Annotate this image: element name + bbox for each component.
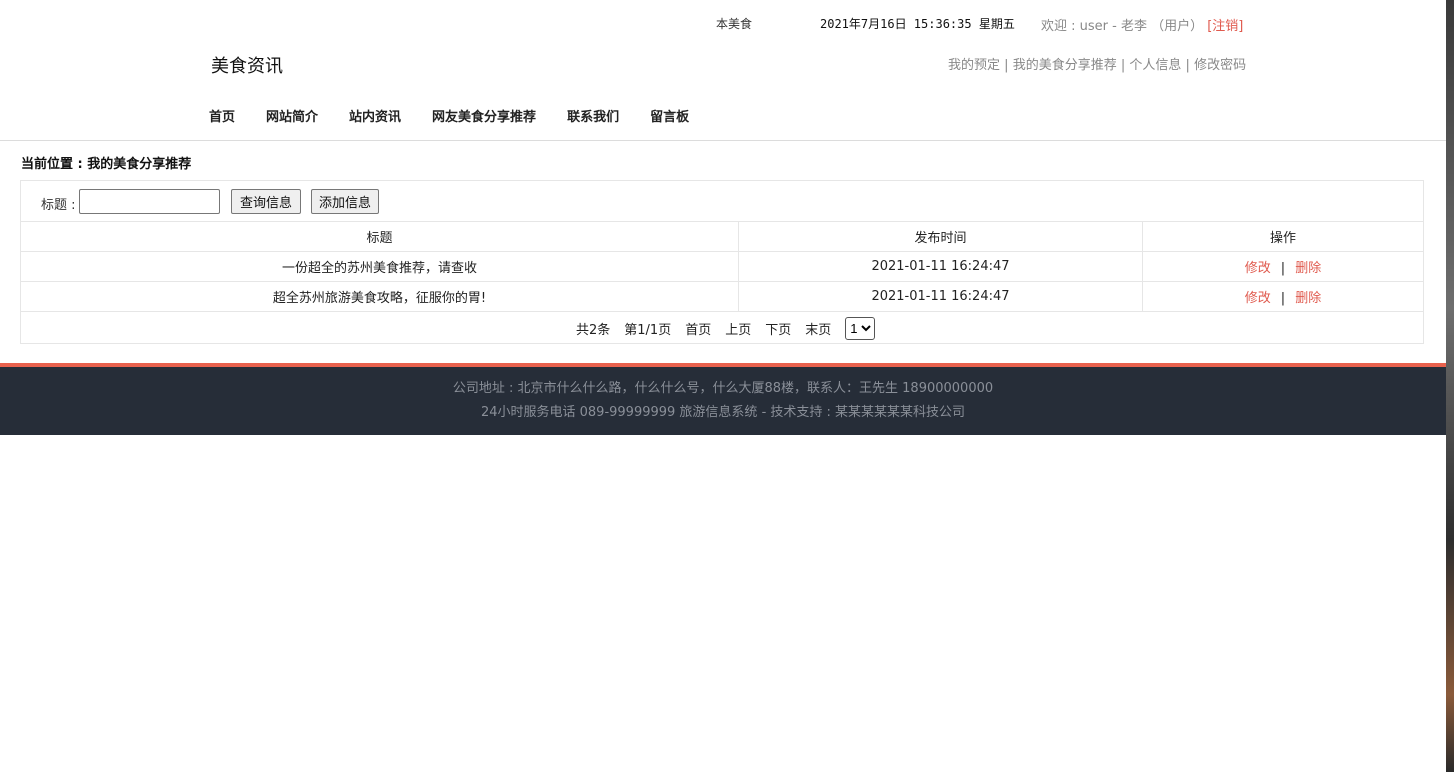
user-link-separator: |: [1004, 58, 1009, 73]
delete-link[interactable]: 删除: [1295, 291, 1321, 306]
page-select[interactable]: 1: [845, 317, 876, 340]
table-row: 一份超全的苏州美食推荐，请查收 2021-01-11 16:24:47 修改 | 删…: [21, 251, 1423, 282]
top-bar: 本美食资讯 2021年7月16日 15:36:35 星期五 欢迎 : user …: [0, 0, 1446, 46]
row-time: 2021-01-11 16:24:47: [738, 281, 1143, 312]
clock: 2021年7月16日 15:36:35 星期五: [820, 17, 1015, 31]
add-button[interactable]: 添加信息: [311, 189, 379, 214]
footer-address: 公司地址 : 北京市什么什么路，什么什么号，什么大厦88楼，联系人：王先生 18…: [452, 381, 994, 396]
welcome-bar: 欢迎 : user - 老李 （用户） [注销]: [1041, 15, 1243, 34]
pager-next[interactable]: 下页: [765, 319, 791, 338]
breadcrumb: 当前位置 : 我的美食分享推荐: [21, 157, 192, 172]
table-header-row: 标题 发布时间 操作: [21, 222, 1423, 252]
pager-last[interactable]: 末页: [805, 319, 831, 338]
logout-link[interactable]: [注销]: [1207, 19, 1243, 34]
edit-link[interactable]: 修改: [1245, 261, 1271, 276]
row-time: 2021-01-11 16:24:47: [738, 251, 1143, 282]
marquee-notice: 本美食资讯: [716, 15, 752, 32]
nav-item-guestbook[interactable]: 留言板: [650, 106, 689, 125]
nav-item-contact[interactable]: 联系我们: [567, 106, 619, 125]
row-title: 一份超全的苏州美食推荐，请查收: [21, 251, 739, 282]
footer-contact: 24小时服务电话 089-99999999 旅游信息系统 - 技术支持 : 某某…: [480, 405, 966, 420]
main-nav: 首页 网站简介 站内资讯 网友美食分享推荐 联系我们 留言板: [209, 106, 720, 125]
search-row: 标题 : 查询信息 添加信息: [21, 181, 1423, 222]
title-search-input[interactable]: [79, 189, 220, 214]
nav-item-home[interactable]: 首页: [209, 106, 235, 125]
user-link-separator: |: [1185, 58, 1190, 73]
nav-divider: [0, 140, 1446, 141]
pager-page-info: 第1/1页: [624, 323, 672, 338]
nav-item-food-shares[interactable]: 网友美食分享推荐: [432, 106, 536, 125]
column-header-title: 标题: [21, 222, 739, 252]
delete-link[interactable]: 删除: [1295, 261, 1321, 276]
row-actions: 修改 | 删除: [1142, 281, 1423, 312]
search-label: 标题 :: [41, 198, 76, 213]
content-panel: 标题 : 查询信息 添加信息 标题 发布时间 操作 一份超全的苏州美食推荐，请查…: [20, 180, 1424, 344]
site-title: 美食资讯: [211, 56, 283, 77]
nav-item-about[interactable]: 网站简介: [266, 106, 318, 125]
user-link-separator: |: [1120, 58, 1126, 73]
pagination: 共2条 第1/1页 首页 上页 下页 末页 1: [21, 312, 1423, 344]
user-link-my-bookings[interactable]: 我的预定: [948, 58, 1000, 73]
column-header-time: 发布时间: [738, 222, 1143, 252]
pager-prev[interactable]: 上页: [725, 319, 751, 338]
welcome-text: 欢迎 : user - 老李 （用户）: [1041, 19, 1204, 34]
window-edge-strip: [1446, 0, 1454, 772]
pager-first[interactable]: 首页: [685, 319, 711, 338]
user-links: 我的预定 | 我的美食分享推荐 | 个人信息 | 修改密码: [948, 54, 1246, 73]
query-button[interactable]: 查询信息: [231, 189, 301, 214]
column-header-actions: 操作: [1142, 222, 1423, 252]
user-link-profile[interactable]: 个人信息: [1129, 58, 1181, 73]
row-title: 超全苏州旅游美食攻略，征服你的胃!: [21, 281, 739, 312]
table-row: 超全苏州旅游美食攻略，征服你的胃! 2021-01-11 16:24:47 修改…: [21, 281, 1423, 312]
edit-link[interactable]: 修改: [1245, 291, 1271, 306]
pagination-controls: 共2条 第1/1页 首页 上页 下页 末页 1: [576, 317, 876, 340]
marquee-text: 本美食资讯: [716, 17, 752, 31]
footer: 公司地址 : 北京市什么什么路，什么什么号，什么大厦88楼，联系人：王先生 18…: [0, 367, 1446, 435]
user-link-change-password[interactable]: 修改密码: [1194, 58, 1246, 73]
row-actions: 修改 | 删除: [1142, 251, 1423, 282]
pager-total: 共2条: [576, 323, 611, 338]
shares-table: 标题 发布时间 操作 一份超全的苏州美食推荐，请查收 2021-01-11 16…: [21, 222, 1423, 312]
nav-item-news[interactable]: 站内资讯: [349, 106, 401, 125]
user-link-my-food-shares[interactable]: 我的美食分享推荐: [1013, 58, 1117, 73]
action-separator: |: [1280, 261, 1286, 276]
action-separator: |: [1280, 291, 1286, 306]
